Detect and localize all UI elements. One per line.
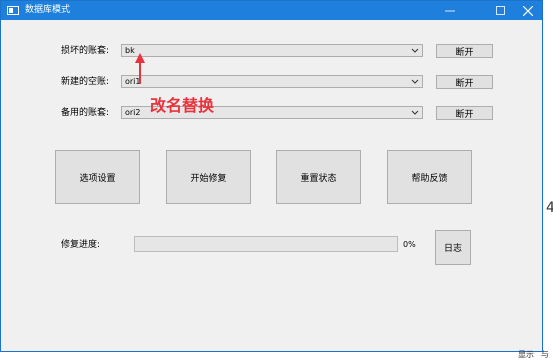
chevron-down-icon bbox=[411, 48, 419, 53]
window-title: 数据库模式 bbox=[25, 5, 71, 15]
main-window: 数据库模式 损坏的账套: bk 断开 新建的空账: ori1 断开 备用的账套:… bbox=[0, 0, 543, 352]
reset-state-button[interactable]: 重置状态 bbox=[276, 150, 361, 204]
help-feedback-button[interactable]: 帮助反馈 bbox=[387, 150, 472, 204]
log-button[interactable]: 日志 bbox=[435, 230, 471, 265]
close-icon bbox=[523, 5, 533, 16]
new-empty-account-select[interactable]: ori1 bbox=[121, 75, 423, 88]
background-fragment: 4 bbox=[546, 200, 553, 216]
disconnect-new-button[interactable]: 断开 bbox=[436, 75, 493, 89]
minimize-icon bbox=[445, 10, 455, 11]
disconnect-backup-button[interactable]: 断开 bbox=[436, 106, 493, 120]
damaged-account-select[interactable]: bk bbox=[121, 44, 423, 57]
maximize-icon bbox=[495, 6, 505, 15]
damaged-account-label: 损坏的账套: bbox=[61, 46, 110, 56]
minimize-button[interactable] bbox=[434, 1, 466, 20]
disconnect-damaged-button[interactable]: 断开 bbox=[436, 44, 493, 58]
chevron-down-icon bbox=[411, 110, 419, 115]
options-button[interactable]: 选项设置 bbox=[55, 150, 140, 204]
annotation-arrow-icon bbox=[135, 53, 145, 84]
rename-annotation: 改名替换 bbox=[150, 96, 215, 115]
repair-progress-bar bbox=[134, 236, 398, 252]
close-button[interactable] bbox=[512, 1, 544, 20]
start-repair-button[interactable]: 开始修复 bbox=[166, 150, 251, 204]
backup-account-value: ori2 bbox=[125, 108, 141, 117]
background-fragment: 显示 bbox=[518, 350, 534, 359]
app-icon bbox=[7, 6, 19, 15]
background-fragment: 与 bbox=[541, 350, 549, 359]
new-empty-account-label: 新建的空账: bbox=[61, 77, 110, 87]
progress-label: 修复进度: bbox=[61, 240, 101, 250]
backup-account-label: 备用的账套: bbox=[61, 108, 110, 118]
chevron-down-icon bbox=[411, 79, 419, 84]
progress-percent: 0% bbox=[403, 240, 416, 249]
title-bar[interactable]: 数据库模式 bbox=[1, 1, 542, 20]
